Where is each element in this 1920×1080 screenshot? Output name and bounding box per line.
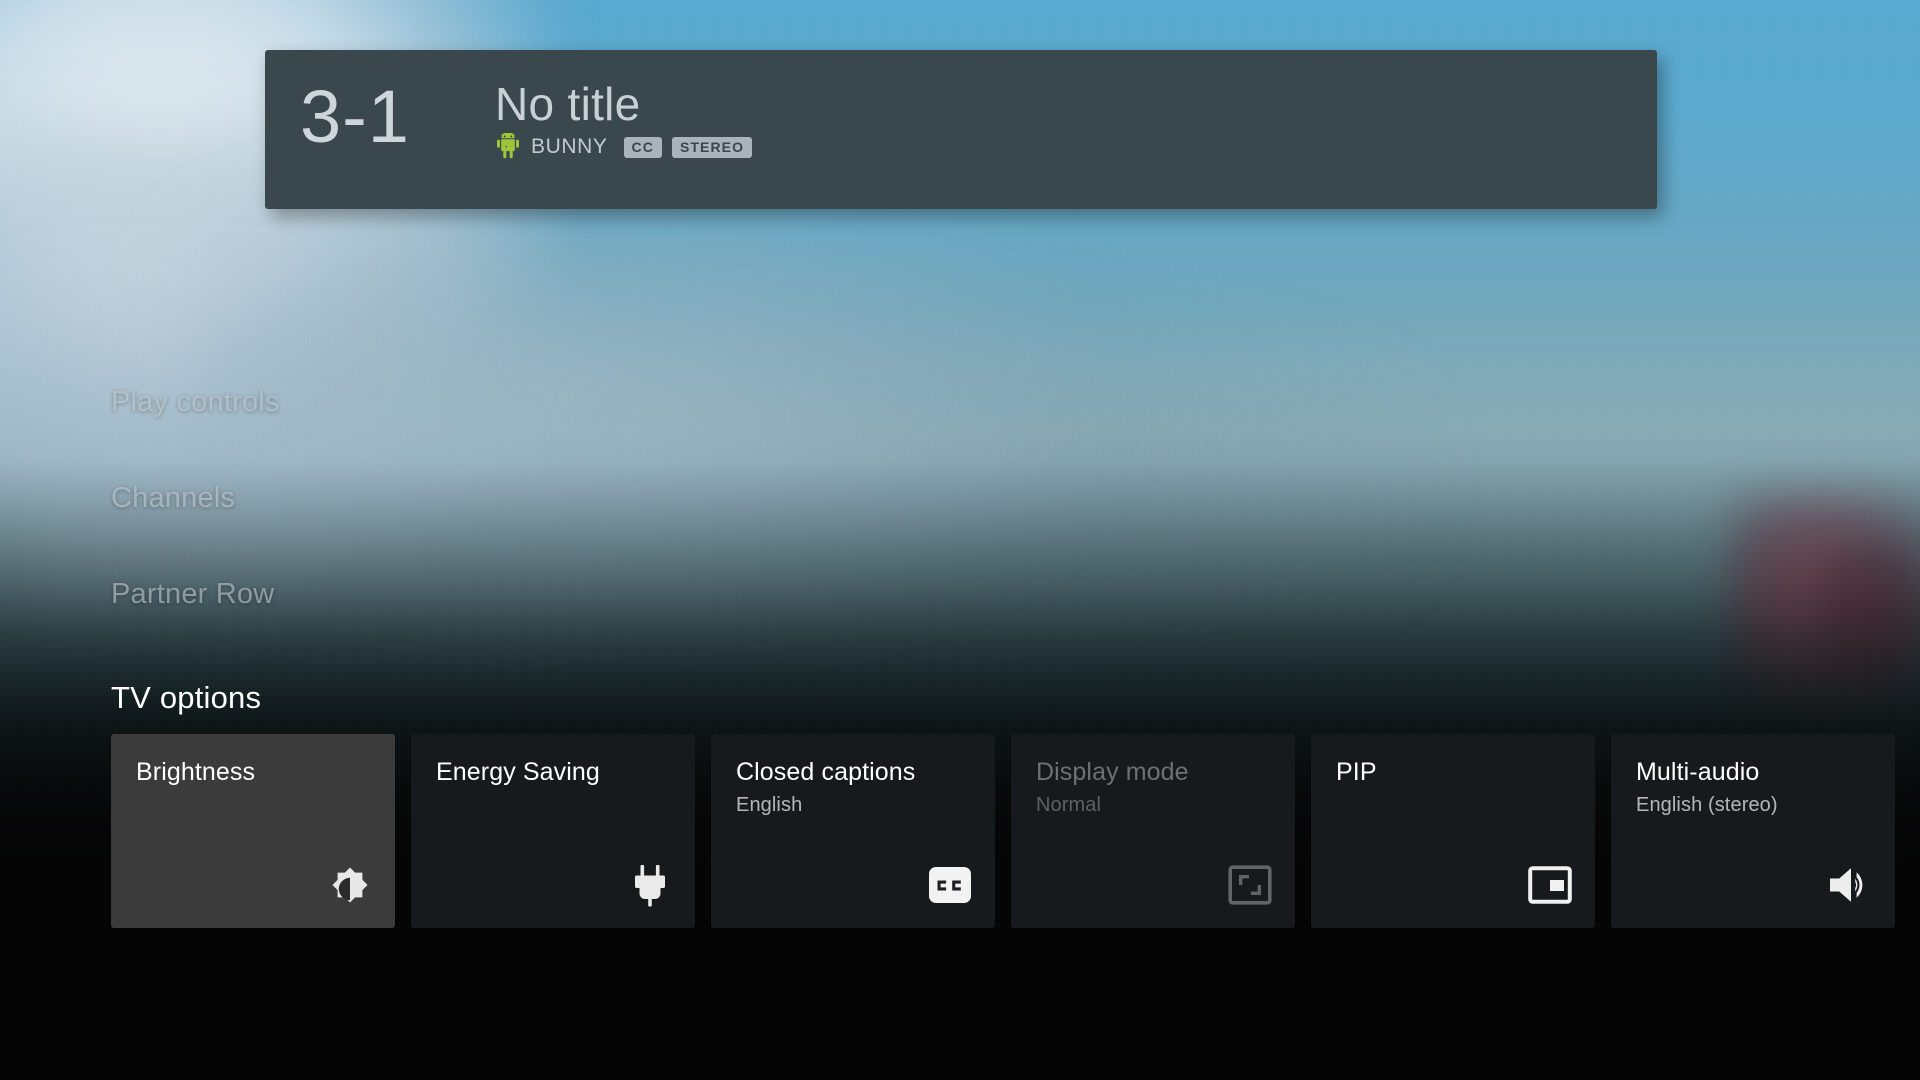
program-meta-row: BUNNY CC STEREO — [495, 133, 753, 161]
program-title: No title — [495, 78, 641, 130]
option-title: Multi-audio — [1636, 758, 1760, 786]
option-subtitle: Normal — [1036, 793, 1102, 816]
aspect-ratio-icon — [1225, 860, 1275, 910]
section-title-tv-options: TV options — [111, 680, 262, 715]
option-subtitle: English — [736, 793, 803, 816]
option-title: PIP — [1336, 758, 1377, 786]
option-card-closed-captions[interactable]: Closed captions English — [711, 734, 995, 928]
option-title: Closed captions — [736, 758, 916, 786]
source-name: BUNNY — [531, 135, 608, 159]
option-card-brightness[interactable]: Brightness — [111, 734, 395, 928]
tv-options-overlay: 3-1 No title BUNNY CC STEREO Play contro… — [0, 0, 1920, 1080]
row-play-controls[interactable]: Play controls — [111, 386, 280, 419]
option-card-pip[interactable]: PIP — [1311, 734, 1595, 928]
channel-number: 3-1 — [300, 75, 410, 158]
option-title: Brightness — [136, 758, 256, 786]
android-robot-icon — [495, 133, 521, 161]
option-subtitle: English (stereo) — [1636, 793, 1778, 816]
volume-up-icon — [1825, 860, 1875, 910]
badge-cc: CC — [623, 136, 662, 158]
tv-options-card-row: Brightness Energy Saving Closed captions… — [111, 734, 1895, 928]
program-info: No title BUNNY CC STEREO — [495, 50, 753, 161]
power-plug-icon — [625, 860, 675, 910]
picture-in-picture-icon — [1525, 860, 1575, 910]
brightness-icon — [325, 860, 375, 910]
option-card-energy-saving[interactable]: Energy Saving — [411, 734, 695, 928]
badge-stereo: STEREO — [671, 136, 753, 158]
option-title: Display mode — [1036, 758, 1189, 786]
channel-info-banner: 3-1 No title BUNNY CC STEREO — [265, 50, 1657, 209]
option-card-display-mode[interactable]: Display mode Normal — [1011, 734, 1295, 928]
row-partner-row[interactable]: Partner Row — [111, 578, 274, 611]
option-card-multi-audio[interactable]: Multi-audio English (stereo) — [1611, 734, 1895, 928]
option-title: Energy Saving — [436, 758, 600, 786]
closed-caption-icon — [925, 860, 975, 910]
row-channels[interactable]: Channels — [111, 482, 235, 515]
